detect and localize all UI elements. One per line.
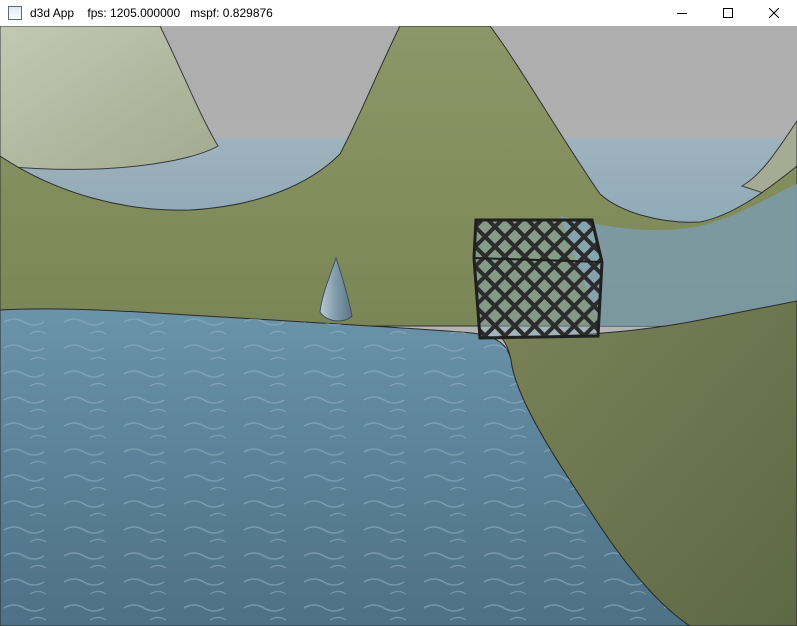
- title-bar[interactable]: d3d App fps: 1205.000000 mspf: 0.829876: [0, 0, 797, 26]
- app-window-icon: [8, 6, 22, 20]
- close-button[interactable]: [751, 0, 797, 26]
- wire-fence-crate: [472, 218, 604, 340]
- render-viewport[interactable]: [0, 26, 797, 626]
- close-icon: [769, 8, 779, 18]
- minimize-icon: [677, 13, 687, 14]
- window-title: d3d App fps: 1205.000000 mspf: 0.829876: [30, 6, 273, 20]
- maximize-icon: [723, 8, 733, 18]
- minimize-button[interactable]: [659, 0, 705, 26]
- scene-canvas: [0, 26, 797, 626]
- window-controls: [659, 0, 797, 26]
- maximize-button[interactable]: [705, 0, 751, 26]
- app-window: d3d App fps: 1205.000000 mspf: 0.829876: [0, 0, 797, 626]
